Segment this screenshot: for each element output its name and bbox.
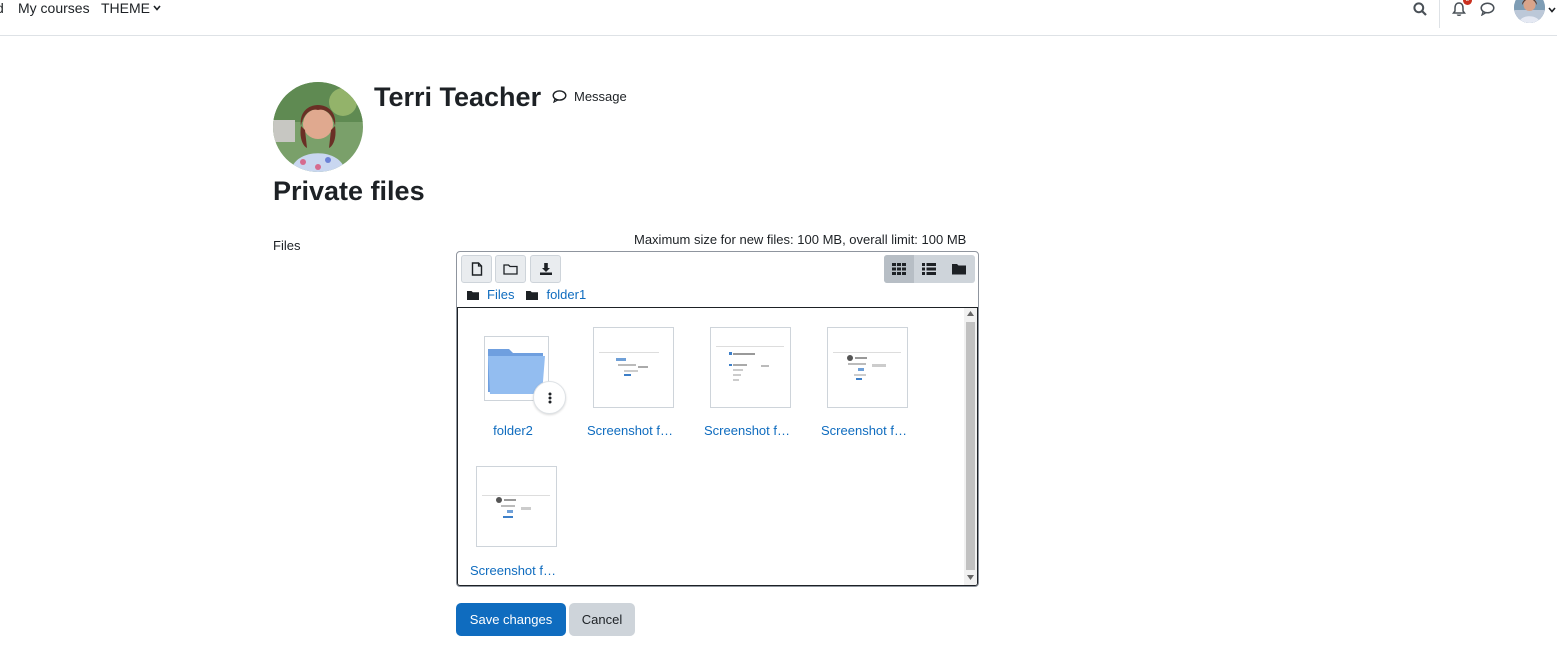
folder-icon bbox=[503, 264, 518, 275]
chat-icon[interactable] bbox=[1478, 0, 1496, 18]
folder-icon bbox=[952, 264, 966, 275]
icons-view-button[interactable] bbox=[884, 255, 914, 283]
list-icon bbox=[922, 263, 936, 275]
file-name[interactable]: Screenshot f… bbox=[816, 423, 912, 438]
save-button[interactable]: Save changes bbox=[456, 603, 566, 636]
download-icon bbox=[539, 263, 552, 275]
list-view-button[interactable] bbox=[914, 255, 944, 283]
page-title: Private files bbox=[273, 176, 425, 206]
folder-icon bbox=[526, 290, 539, 300]
avatar[interactable] bbox=[1514, 0, 1545, 23]
nav-divider bbox=[1439, 0, 1440, 28]
file-actions-button[interactable] bbox=[533, 381, 566, 414]
breadcrumb: Files folder1 bbox=[467, 287, 598, 302]
search-icon[interactable] bbox=[1411, 0, 1429, 18]
scroll-up-icon[interactable] bbox=[967, 311, 974, 316]
file-name[interactable]: Screenshot f… bbox=[465, 563, 561, 578]
nav-theme-label: THEME bbox=[101, 0, 150, 16]
scroll-down-icon[interactable] bbox=[967, 575, 974, 580]
top-navbar: d My courses THEME 2 bbox=[0, 0, 1557, 36]
view-switcher bbox=[884, 255, 975, 283]
cancel-button[interactable]: Cancel bbox=[569, 603, 635, 636]
folder-icon bbox=[467, 290, 479, 300]
notification-badge: 2 bbox=[1463, 0, 1472, 5]
files-label: Files bbox=[273, 238, 301, 253]
file-name[interactable]: folder2 bbox=[465, 423, 561, 438]
chevron-down-icon bbox=[153, 5, 161, 11]
scrollbar[interactable] bbox=[964, 308, 977, 585]
chat-icon bbox=[552, 90, 567, 103]
file-icon bbox=[471, 262, 482, 276]
file-name[interactable]: Screenshot f… bbox=[582, 423, 678, 438]
image-thumbnail[interactable] bbox=[710, 327, 791, 408]
breadcrumb-folder1[interactable]: folder1 bbox=[546, 287, 586, 302]
file-list: folder2 Screenshot f… Screenshot f… Scre… bbox=[457, 307, 978, 586]
download-button[interactable] bbox=[530, 255, 561, 283]
nav-item-my-courses[interactable]: My courses bbox=[18, 0, 90, 16]
create-folder-button[interactable] bbox=[495, 255, 526, 283]
image-thumbnail[interactable] bbox=[476, 466, 557, 547]
add-file-button[interactable] bbox=[461, 255, 492, 283]
scroll-thumb[interactable] bbox=[966, 322, 975, 570]
nav-item-theme[interactable]: THEME bbox=[101, 0, 161, 16]
profile-avatar bbox=[273, 82, 363, 172]
profile-name: Terri Teacher bbox=[374, 82, 542, 112]
nav-item-cut[interactable]: d bbox=[0, 0, 4, 16]
kebab-icon bbox=[548, 392, 551, 403]
message-label: Message bbox=[574, 89, 627, 104]
breadcrumb-files[interactable]: Files bbox=[487, 287, 514, 302]
max-size-info: Maximum size for new files: 100 MB, over… bbox=[634, 232, 967, 247]
tree-view-button[interactable] bbox=[944, 255, 974, 283]
file-name[interactable]: Screenshot f… bbox=[699, 423, 795, 438]
image-thumbnail[interactable] bbox=[593, 327, 674, 408]
chevron-down-icon[interactable] bbox=[1548, 7, 1556, 13]
image-thumbnail[interactable] bbox=[827, 327, 908, 408]
message-button[interactable]: Message bbox=[552, 89, 627, 104]
grid-icon bbox=[892, 263, 906, 275]
file-manager: Files folder1 folder2 Screenshot f… Scre… bbox=[456, 251, 979, 587]
